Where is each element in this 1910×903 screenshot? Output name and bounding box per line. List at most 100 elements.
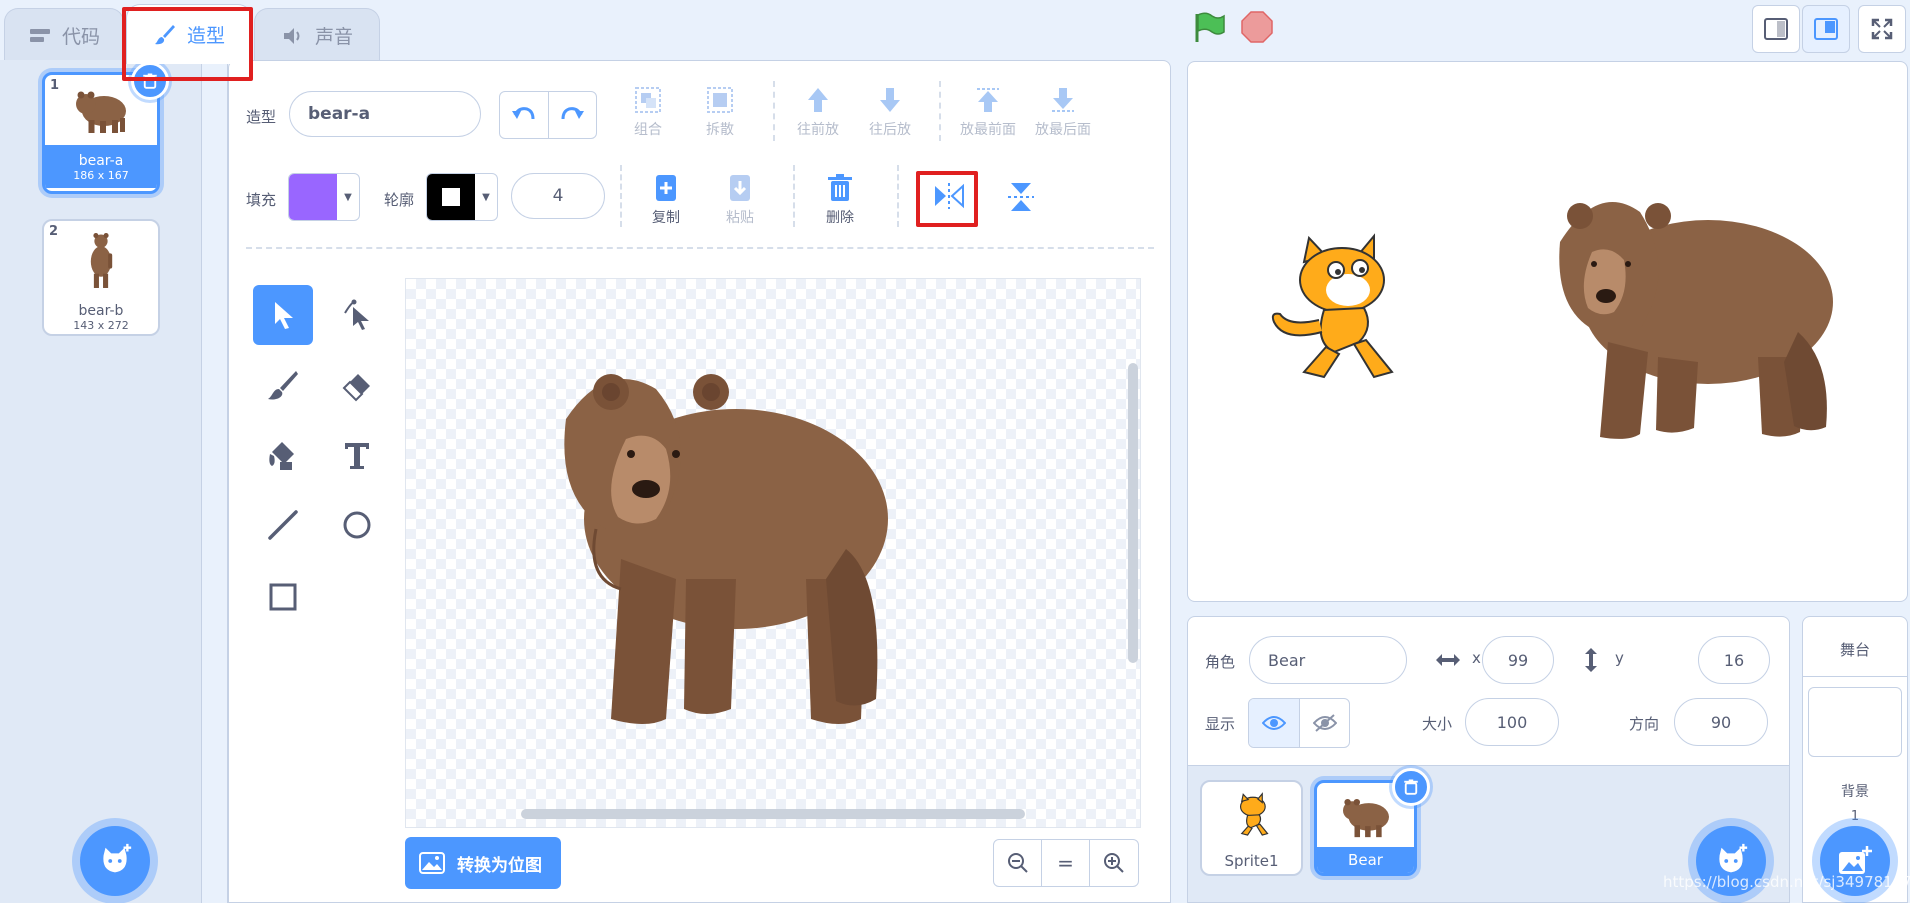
outline-color-picker[interactable]: ▼ — [426, 173, 498, 221]
large-stage-icon — [1814, 18, 1838, 40]
vertical-arrows-icon — [1585, 648, 1597, 672]
stage[interactable] — [1187, 61, 1908, 602]
backward-button[interactable]: 往后放 — [869, 85, 911, 139]
watermark-text: https://blog.csdn.net/sj349781478 — [1663, 873, 1910, 891]
copy-button[interactable]: 复制 — [652, 173, 680, 227]
horizontal-arrows-icon — [1436, 654, 1460, 666]
delete-button[interactable]: 删除 — [826, 173, 854, 227]
brush-icon — [268, 371, 298, 400]
sprite-label: 角色 — [1205, 653, 1236, 671]
stop-icon — [1241, 11, 1273, 43]
group-button[interactable]: 组合 — [633, 85, 663, 139]
arrow-up-icon — [808, 88, 828, 112]
reshape-icon — [344, 299, 369, 330]
zoom-out-icon — [1007, 853, 1028, 873]
undo-button[interactable] — [500, 92, 549, 138]
green-flag-button[interactable] — [1192, 10, 1226, 48]
green-flag-icon — [1195, 12, 1225, 42]
list-scrollbar[interactable] — [202, 60, 228, 903]
drawing-canvas[interactable] — [405, 278, 1141, 828]
x-label: x — [1472, 649, 1481, 667]
circle-tool[interactable] — [327, 495, 387, 555]
sprite-name: Sprite1 — [1224, 852, 1279, 870]
stop-button[interactable] — [1240, 10, 1274, 48]
zoom-reset-button[interactable]: = — [1042, 840, 1090, 886]
line-tool[interactable] — [253, 495, 313, 555]
outline-label: 轮廓 — [384, 191, 415, 209]
reshape-tool[interactable] — [327, 285, 387, 345]
arrow-down-icon — [880, 88, 900, 112]
fill-label: 填充 — [246, 191, 277, 209]
y-label: y — [1615, 649, 1624, 667]
tab-code[interactable]: 代码 — [4, 8, 124, 62]
flip-horizontal-highlight — [916, 171, 978, 227]
ungroup-button[interactable]: 拆散 — [705, 85, 735, 139]
size-input[interactable] — [1465, 698, 1559, 746]
costume-name: bear-b — [78, 303, 124, 319]
sprite-delete-button[interactable] — [1392, 768, 1430, 806]
small-stage-button[interactable] — [1752, 5, 1800, 53]
undo-icon — [511, 107, 535, 120]
costume-name: bear-a — [78, 153, 124, 169]
outline-swatch — [427, 174, 475, 220]
hide-button[interactable] — [1299, 699, 1349, 747]
costume-item-2[interactable]: 2 bear-b 143 x 272 — [42, 219, 160, 336]
visibility-toggle — [1248, 698, 1350, 748]
chevron-down-icon: ▼ — [482, 191, 490, 203]
costume-thumbnail — [44, 221, 158, 293]
costume-number: 2 — [49, 224, 59, 239]
redo-icon — [561, 107, 585, 120]
rectangle-tool[interactable] — [253, 567, 313, 627]
vertical-scrollbar[interactable] — [1128, 363, 1138, 663]
zoom-out-button[interactable] — [994, 840, 1042, 886]
copy-icon — [656, 175, 676, 201]
undo-redo-group — [499, 91, 597, 139]
direction-label: 方向 — [1629, 715, 1660, 733]
add-costume-button[interactable] — [80, 826, 150, 896]
large-stage-button[interactable] — [1802, 5, 1850, 53]
flip-vertical-button[interactable] — [1006, 181, 1036, 213]
horizontal-scrollbar[interactable] — [521, 809, 1025, 819]
fill-tool[interactable] — [253, 425, 313, 485]
text-tool[interactable] — [327, 425, 387, 485]
sprite-name: Bear — [1317, 847, 1414, 873]
line-icon — [268, 510, 298, 540]
brush-tool[interactable] — [253, 355, 313, 415]
eraser-tool[interactable] — [327, 355, 387, 415]
outline-width-input[interactable] — [511, 173, 605, 219]
zoom-in-icon — [1104, 853, 1124, 873]
fill-color-picker[interactable]: ▼ — [288, 173, 360, 221]
eraser-icon — [342, 374, 370, 402]
chevron-down-icon: ▼ — [344, 191, 352, 203]
trash-icon — [1404, 779, 1418, 795]
show-label: 显示 — [1205, 715, 1236, 733]
convert-to-bitmap-button[interactable]: 转换为位图 — [405, 837, 561, 889]
rectangle-icon — [269, 583, 297, 611]
paste-button[interactable]: 粘贴 — [726, 173, 754, 227]
send-to-back-button[interactable]: 放最后面 — [1035, 85, 1091, 139]
costume-size: 143 x 272 — [73, 319, 129, 332]
forward-button[interactable]: 往前放 — [797, 85, 839, 139]
sound-icon — [283, 27, 300, 44]
ungroup-icon — [707, 87, 733, 113]
front-icon — [977, 88, 999, 112]
direction-input[interactable] — [1674, 698, 1768, 746]
redo-button[interactable] — [549, 92, 597, 138]
costume-name-input[interactable] — [289, 91, 481, 137]
fullscreen-button[interactable] — [1858, 5, 1906, 53]
eye-icon — [1262, 716, 1286, 730]
select-tool[interactable] — [253, 285, 313, 345]
backdrop-thumbnail — [1808, 687, 1902, 757]
show-button[interactable] — [1249, 699, 1299, 747]
stage-title: 舞台 — [1803, 617, 1907, 677]
sprite-tile-sprite1[interactable]: Sprite1 — [1200, 780, 1303, 876]
cat-sprite-image — [1271, 233, 1394, 379]
x-input[interactable] — [1482, 636, 1554, 684]
tab-sounds[interactable]: 声音 — [254, 8, 380, 62]
bring-to-front-button[interactable]: 放最前面 — [960, 85, 1016, 139]
eye-slash-icon — [1312, 714, 1337, 732]
zoom-controls: = — [993, 839, 1139, 887]
sprite-name-input[interactable] — [1249, 636, 1407, 684]
zoom-in-button[interactable] — [1090, 840, 1138, 886]
y-input[interactable] — [1698, 636, 1770, 684]
